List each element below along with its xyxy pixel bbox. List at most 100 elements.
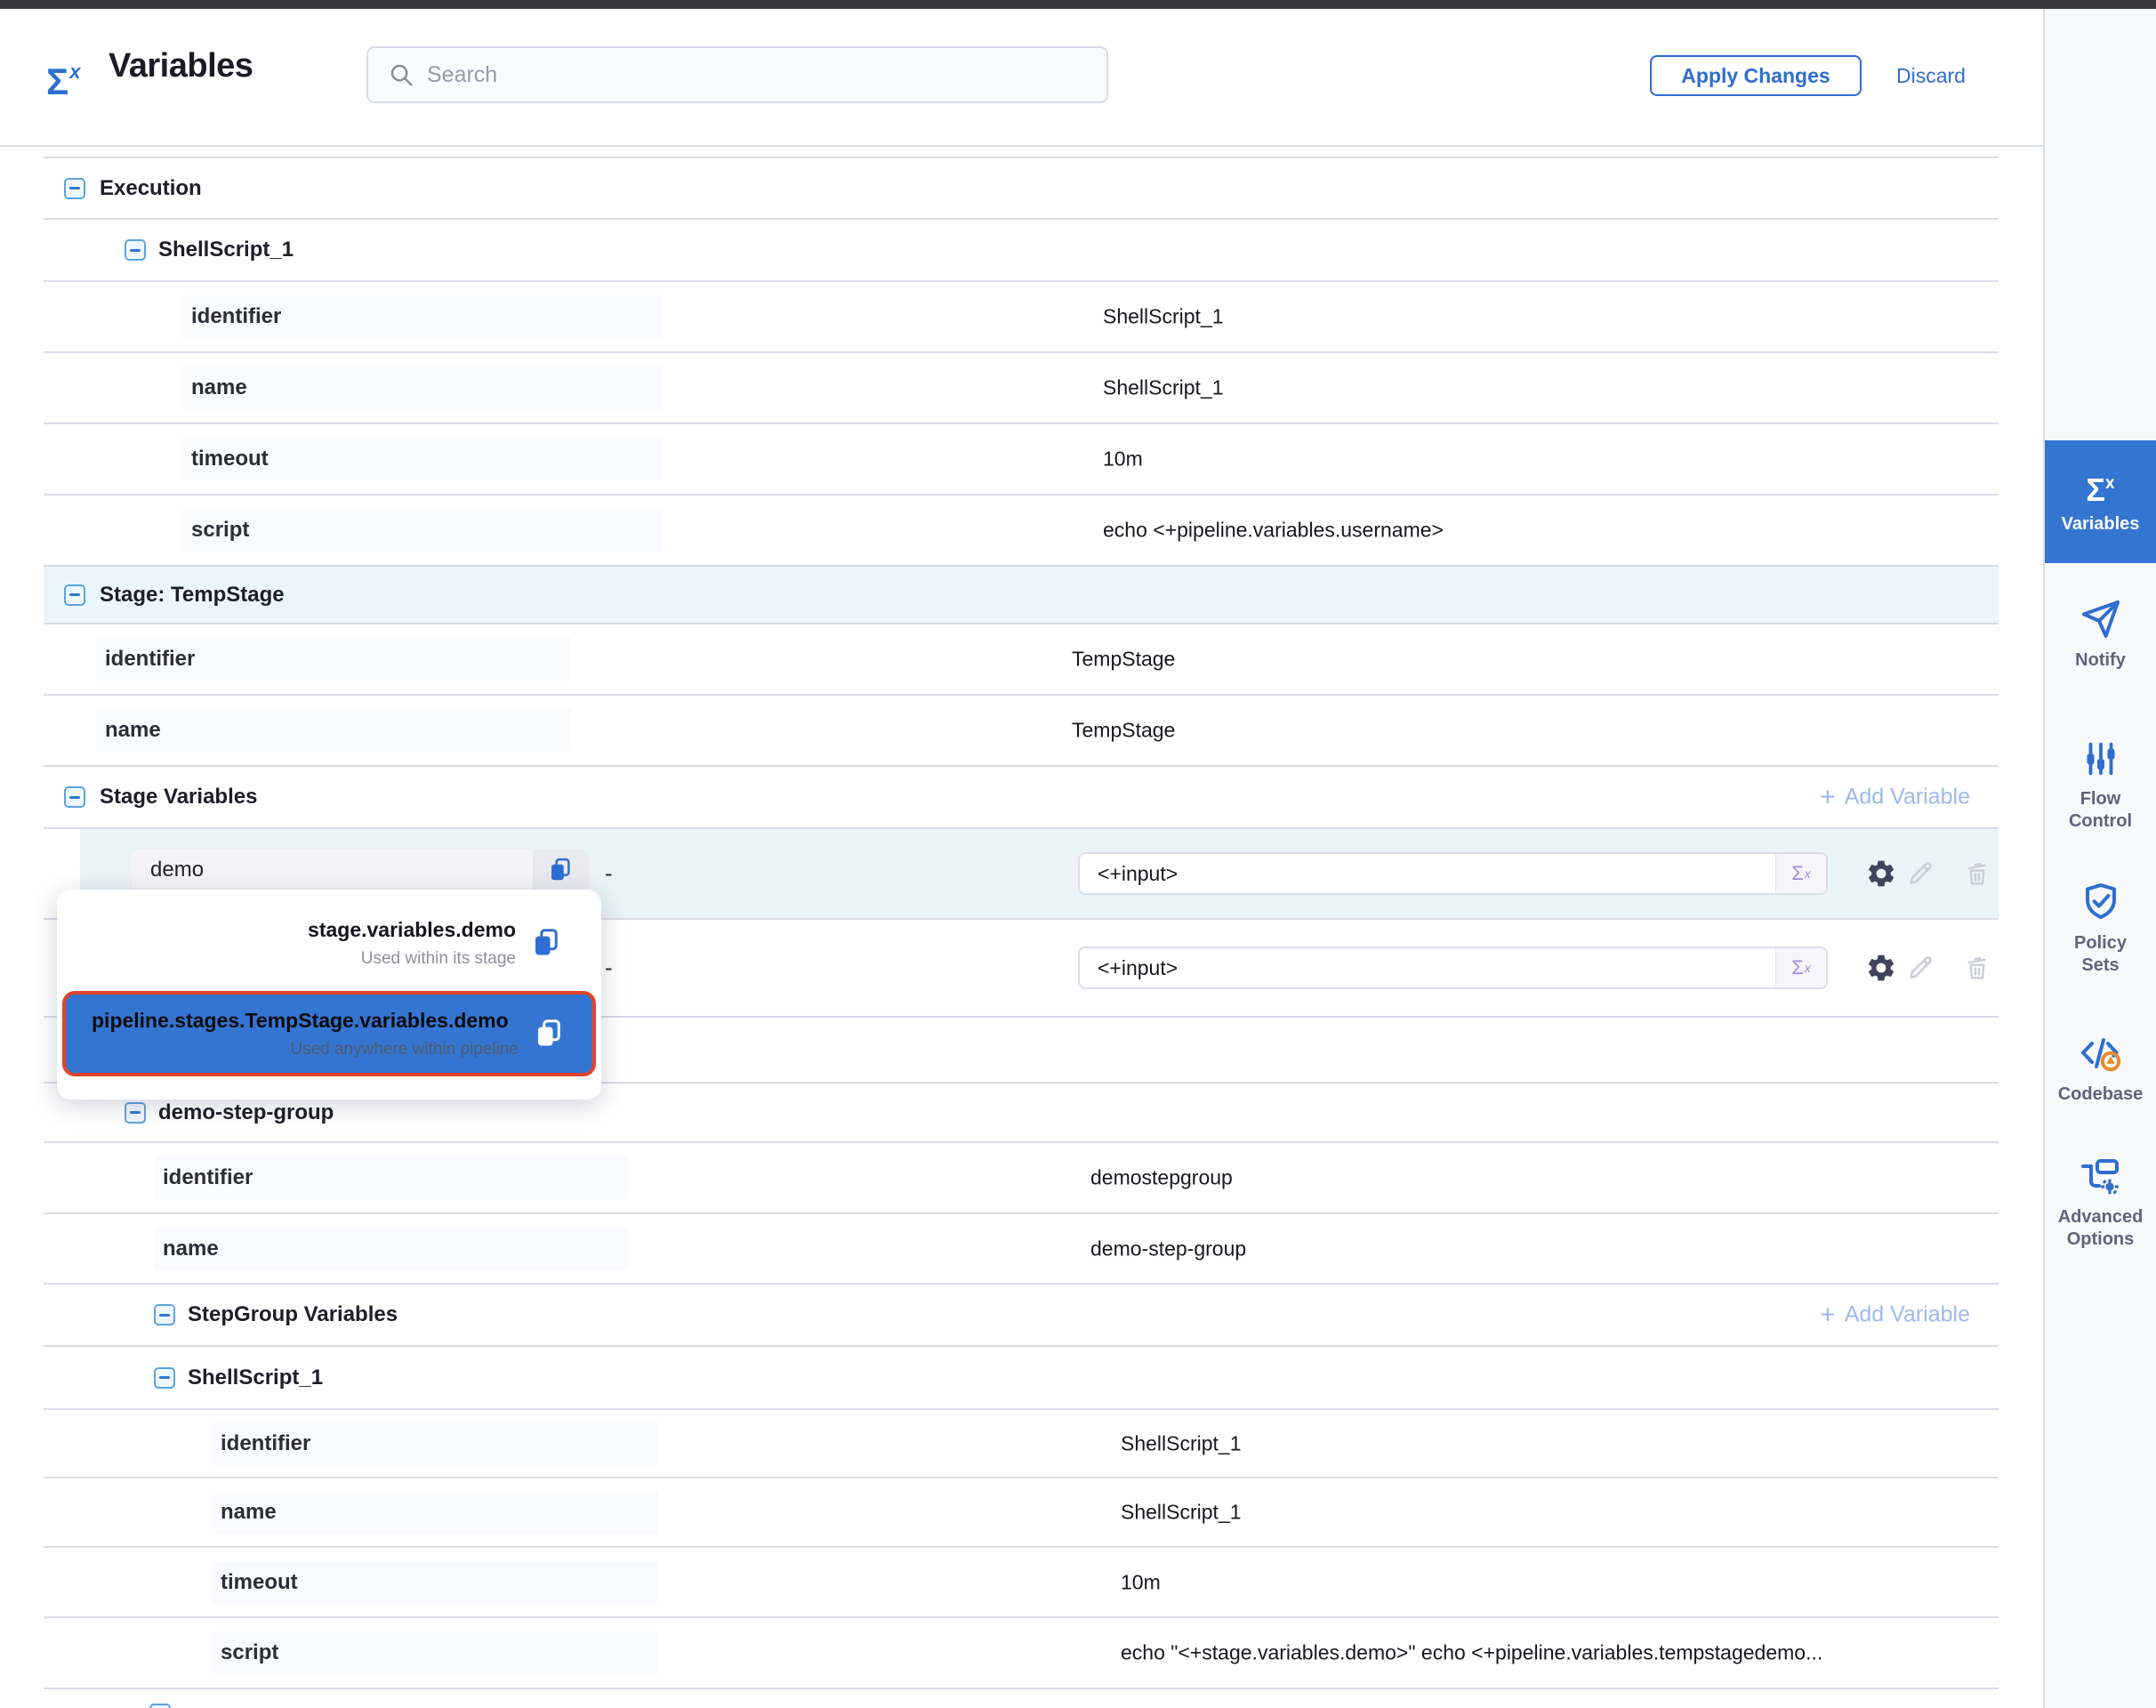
tree-row: nameShellScript_1 — [44, 353, 1999, 424]
field-label: timeout — [182, 438, 663, 480]
collapse-icon[interactable] — [125, 1102, 146, 1124]
code-warning-icon — [2078, 1032, 2124, 1075]
field-value: 10m — [1121, 1570, 1161, 1594]
right-sidebar: ΣxVariables Notify FlowControl PolicySets Co… — [2043, 9, 2156, 1708]
add-variable-label: Add Variable — [1845, 785, 1970, 810]
field-value: ShellScript_1 — [1103, 376, 1224, 400]
sidebar-item-codebase[interactable]: Codebase — [2045, 1032, 2156, 1106]
plus-icon: + — [1820, 1302, 1836, 1327]
field-value: demostepgroup — [1090, 1166, 1233, 1190]
variable-description-dash: - — [605, 955, 613, 982]
search-icon — [388, 61, 414, 88]
tree-row: Execution — [44, 158, 1999, 220]
apply-changes-button[interactable]: Apply Changes — [1650, 55, 1862, 96]
popup-option-pipeline-scope[interactable]: pipeline.stages.TempStage.variables.demo… — [62, 991, 596, 1076]
tree-row: name ShellScript_1 — [44, 1478, 1999, 1548]
variable-expression: pipeline.stages.TempStage.variables.demo — [92, 1009, 519, 1033]
settings-gear-icon[interactable] — [1865, 858, 1897, 890]
sidebar-item-variables[interactable]: ΣxVariables — [2045, 440, 2156, 563]
variable-scope-note: Used anywhere within pipeline — [92, 1040, 519, 1059]
tree-row: identifierShellScript_1 — [44, 282, 1999, 353]
section-label: ShellScript_1 — [158, 238, 294, 262]
collapse-icon[interactable] — [64, 178, 85, 199]
plus-icon: + — [1820, 785, 1836, 810]
flowchart-gear-icon — [2079, 1156, 2123, 1197]
collapse-icon[interactable] — [154, 1304, 175, 1325]
tree-row: StepGroup Variables+Add Variable — [44, 1285, 1999, 1347]
runtime-input-sigma-button[interactable]: Σx — [1775, 948, 1826, 987]
sidebar-item-label: AdvancedOptions — [2058, 1206, 2144, 1251]
section-label: Stage Variables — [100, 785, 257, 810]
popup-option-stage-scope[interactable]: stage.variables.demo Used within its sta… — [57, 902, 601, 984]
add-variable-label: Add Variable — [1845, 1302, 1970, 1328]
tree-row: name TempStage — [44, 696, 1999, 767]
paper-plane-icon — [2080, 598, 2122, 640]
add-variable-button[interactable]: + Add Variable — [1820, 785, 1970, 810]
collapse-icon[interactable] — [64, 584, 85, 606]
field-label: identifier — [182, 295, 663, 338]
collapse-icon[interactable] — [149, 1704, 171, 1708]
search-input[interactable]: Search — [366, 46, 1108, 103]
copy-button[interactable] — [533, 850, 588, 890]
search-placeholder: Search — [427, 62, 497, 88]
copy-icon[interactable] — [533, 1018, 565, 1050]
section-label: demo-step-group — [158, 1100, 334, 1125]
variable-name: demo — [131, 850, 533, 890]
section-label: ShellScript_1 — [188, 1366, 323, 1390]
variable-value-input[interactable]: <+input>Σx — [1078, 852, 1828, 895]
sidebar-item-label: Codebase — [2058, 1084, 2144, 1106]
page-title: Variables — [109, 47, 253, 85]
runtime-input-sigma-button[interactable]: Σx — [1775, 854, 1826, 893]
discard-button[interactable]: Discard — [1896, 55, 1966, 96]
sidebar-item-label: Variables — [2062, 513, 2140, 536]
sidebar-item-advanced-options[interactable]: AdvancedOptions — [2045, 1156, 2156, 1251]
variables-panel: Σx Variables Search Apply Changes Discar… — [0, 0, 2156, 1708]
sliders-icon — [2080, 738, 2121, 779]
sidebar-item-policy-sets[interactable]: PolicySets — [2045, 881, 2156, 977]
field-value: 10m — [1103, 447, 1143, 471]
tree-row: scriptecho <+pipeline.variables.username… — [44, 495, 1999, 567]
panel-header: Σx Variables Search Apply Changes Discar… — [0, 9, 2043, 147]
collapse-icon[interactable] — [64, 786, 85, 808]
field-label: identifier — [96, 638, 571, 681]
delete-trash-icon[interactable] — [1963, 859, 1991, 888]
tree-row — [44, 1689, 1999, 1708]
tree-row: timeout 10m — [44, 424, 1999, 495]
tree-row: scriptecho "<+stage.variables.demo>" ech… — [44, 1618, 1999, 1689]
copy-icon[interactable] — [530, 927, 562, 959]
field-label: script — [212, 1631, 658, 1674]
variable-value-input[interactable]: <+input>Σx — [1078, 947, 1828, 989]
sidebar-item-flow-control[interactable]: FlowControl — [2045, 738, 2156, 833]
settings-gear-icon[interactable] — [1865, 952, 1897, 984]
edit-pencil-icon[interactable] — [1905, 858, 1935, 889]
field-label: identifier — [154, 1156, 629, 1199]
sigma-x-icon: Σx — [46, 53, 80, 101]
field-label: name — [212, 1491, 658, 1534]
sidebar-item-label: PolicySets — [2074, 932, 2127, 977]
field-label: timeout — [212, 1561, 658, 1604]
sidebar-item-label: Notify — [2075, 649, 2126, 672]
delete-trash-icon[interactable] — [1963, 954, 1991, 982]
variable-description-dash: - — [605, 860, 613, 888]
field-value: echo <+pipeline.variables.username> — [1103, 519, 1444, 543]
collapse-icon[interactable] — [125, 239, 146, 261]
field-value: TempStage — [1072, 648, 1175, 672]
variable-value: <+input> — [1080, 948, 1775, 987]
field-label: name — [96, 709, 571, 752]
field-value: ShellScript_1 — [1121, 1501, 1242, 1525]
variable-name-input[interactable]: demo — [130, 849, 589, 891]
section-label: Execution — [100, 176, 202, 201]
tree-row: namedemo-step-group — [44, 1214, 1999, 1285]
variable-value: <+input> — [1080, 854, 1775, 893]
variable-expression: stage.variables.demo — [308, 918, 516, 942]
tree-row: identifier TempStage — [44, 624, 1999, 696]
sidebar-item-notify[interactable]: Notify — [2045, 598, 2156, 672]
collapse-icon[interactable] — [154, 1367, 175, 1389]
field-label: name — [154, 1228, 629, 1270]
tree-row: identifier demostepgroup — [44, 1143, 1999, 1214]
tree-row: identifierShellScript_1 — [44, 1410, 1999, 1478]
add-variable-button[interactable]: + Add Variable — [1820, 1302, 1970, 1328]
field-value: TempStage — [1072, 719, 1175, 743]
tree-row: Stage Variables + Add Variable — [44, 767, 1999, 829]
edit-pencil-icon[interactable] — [1905, 953, 1935, 983]
